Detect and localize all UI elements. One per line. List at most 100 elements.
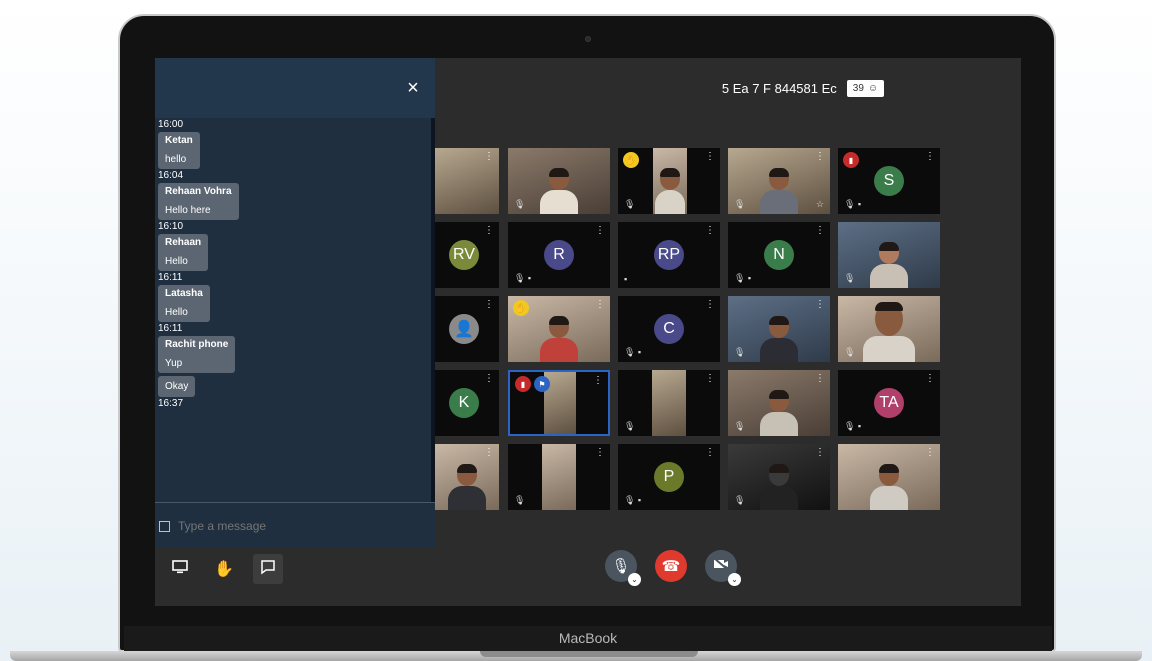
video-tile[interactable]: ✋ ⋮ — [508, 296, 610, 362]
video-tile[interactable]: N ⋮ 🎙 ▪ — [728, 222, 830, 288]
participant-video — [870, 242, 908, 288]
camera-off-small-icon: ▪ — [624, 274, 628, 284]
more-options-icon[interactable]: ⋮ — [484, 374, 494, 384]
message-sender: Rehaan Vohra — [165, 186, 232, 197]
camera-off-icon — [713, 557, 729, 575]
more-options-icon[interactable]: ⋮ — [815, 300, 825, 310]
pin-icon: ⚑ — [534, 376, 550, 392]
mic-muted-icon: 🎙 — [734, 495, 746, 505]
video-tile[interactable]: R ⋮ 🎙 ▪ — [508, 222, 610, 288]
participant-figure — [655, 168, 685, 214]
more-options-icon[interactable]: ⋮ — [705, 300, 715, 310]
participant-video — [448, 464, 486, 510]
mic-muted-icon: 🎙 — [624, 199, 636, 209]
avatar: RV — [449, 240, 479, 270]
more-options-icon[interactable]: ⋮ — [815, 226, 825, 236]
mic-muted-icon: 🎙 ▪ — [844, 199, 862, 209]
video-tile[interactable]: 🎙 — [838, 296, 940, 362]
video-tile[interactable]: C ⋮ 🎙 ▪ — [618, 296, 720, 362]
more-options-icon[interactable]: ⋮ — [815, 152, 825, 162]
video-tile[interactable]: K ⋮ — [435, 370, 499, 436]
chat-message: Ketan hello 16:04 — [155, 132, 431, 183]
avatar: K — [449, 388, 479, 418]
more-options-icon[interactable]: ⋮ — [705, 226, 715, 236]
more-options-icon[interactable]: ⋮ — [484, 300, 494, 310]
raise-hand-button[interactable]: ✋ — [209, 554, 239, 584]
avatar: C — [654, 314, 684, 344]
laptop-bottom-bezel: MacBook — [124, 626, 1052, 652]
more-options-icon[interactable]: ⋮ — [925, 374, 935, 384]
mic-muted-icon: 🎙 — [844, 273, 856, 283]
more-options-icon[interactable]: ⋮ — [595, 300, 605, 310]
close-chat-button[interactable]: × — [403, 77, 423, 99]
video-tile[interactable]: ⋮ 🎙 — [508, 444, 610, 510]
participants-button[interactable]: 39 ☺ — [846, 80, 885, 97]
video-tile[interactable]: ⋮ — [435, 444, 499, 510]
chat-message-list[interactable]: 16:00 Ketan hello 16:04 Rehaan Vohra Hel… — [155, 118, 431, 502]
more-options-icon[interactable]: ⋮ — [815, 448, 825, 458]
mute-button[interactable]: 🎙 ⌄ — [605, 550, 641, 586]
chat-button[interactable] — [253, 554, 283, 584]
video-tile[interactable]: RV ⋮ — [435, 222, 499, 288]
message-bubble: Okay — [158, 376, 196, 397]
video-tile[interactable]: TA ⋮ 🎙 ▪ — [838, 370, 940, 436]
more-options-icon[interactable]: ⋮ — [484, 152, 494, 162]
video-tile[interactable]: ⋮ 🎙 ☆ — [728, 148, 830, 214]
raised-hand-icon: ✋ — [513, 300, 529, 316]
more-options-icon[interactable]: ⋮ — [925, 448, 935, 458]
more-options-icon[interactable]: ⋮ — [484, 226, 494, 236]
video-tile[interactable]: ⋮ 🎙 — [728, 370, 830, 436]
participant-video — [870, 464, 908, 510]
more-options-icon[interactable]: ⋮ — [595, 226, 605, 236]
mic-muted-icon: 🎙 ▪ — [624, 347, 642, 357]
chat-icon — [260, 559, 276, 580]
more-options-icon[interactable]: ⋮ — [484, 448, 494, 458]
more-options-icon[interactable]: ⋮ — [595, 448, 605, 458]
mic-muted-icon: 🎙 ▪ — [734, 273, 752, 283]
more-options-icon[interactable]: ⋮ — [593, 376, 603, 386]
mic-muted-icon: 🎙 — [734, 421, 746, 431]
video-tile[interactable]: ✋ ⋮ 🎙 — [618, 148, 720, 214]
meeting-header: 5 Ea 7 F 844581 Ec 39 ☺ — [585, 80, 1021, 97]
video-tile[interactable]: S ▮ ⋮ 🎙 ▪ — [838, 148, 940, 214]
camera-toggle-button[interactable]: ⌄ — [705, 550, 741, 586]
video-tile[interactable]: ⋮ — [435, 148, 499, 214]
video-tile[interactable]: ⋮ 🎙 — [618, 370, 720, 436]
more-options-icon[interactable]: ⋮ — [705, 448, 715, 458]
chevron-down-icon[interactable]: ⌄ — [628, 573, 641, 586]
video-tile[interactable]: ⋮ 🎙 — [728, 444, 830, 510]
participant-video — [652, 370, 686, 436]
video-tile[interactable]: ⋮ 🎙 — [728, 296, 830, 362]
video-tile[interactable]: P ⋮ 🎙 ▪ — [618, 444, 720, 510]
chat-message-input[interactable] — [178, 519, 398, 533]
mic-muted-icon: 🎙 — [734, 199, 746, 209]
video-tile[interactable]: ⋮ — [838, 444, 940, 510]
screen-share-icon — [172, 559, 188, 579]
video-tile[interactable]: 🎙 — [838, 222, 940, 288]
message-time: 16:11 — [158, 323, 183, 334]
participant-video — [760, 464, 798, 510]
participant-video — [542, 444, 576, 510]
avatar: R — [544, 240, 574, 270]
more-options-icon[interactable]: ⋮ — [925, 152, 935, 162]
chevron-down-icon[interactable]: ⌄ — [728, 573, 741, 586]
left-toolbar: ✋ — [165, 554, 283, 584]
message-text: Hello — [165, 307, 188, 318]
message-bubble: Rehaan Hello — [158, 234, 209, 271]
more-options-icon[interactable]: ⋮ — [705, 374, 715, 384]
more-options-icon[interactable]: ⋮ — [705, 152, 715, 162]
mic-muted-icon: 🎙 ▪ — [514, 273, 532, 283]
attachment-checkbox[interactable] — [159, 520, 170, 532]
end-call-button[interactable]: ☎ — [655, 550, 687, 582]
more-options-icon[interactable]: ⋮ — [815, 374, 825, 384]
avatar: N — [764, 240, 794, 270]
video-tile-selected[interactable]: ▮ ⚑ ⋮ — [508, 370, 610, 436]
chat-scrollbar[interactable] — [431, 118, 435, 502]
video-tile[interactable]: 🎙 — [508, 148, 610, 214]
avatar: RP — [654, 240, 684, 270]
participant-video — [760, 316, 798, 362]
screen-share-button[interactable] — [165, 554, 195, 584]
message-time: 16:00 — [158, 119, 184, 130]
video-tile[interactable]: 👤 ⋮ — [435, 296, 499, 362]
video-tile[interactable]: RP ⋮ ▪ — [618, 222, 720, 288]
